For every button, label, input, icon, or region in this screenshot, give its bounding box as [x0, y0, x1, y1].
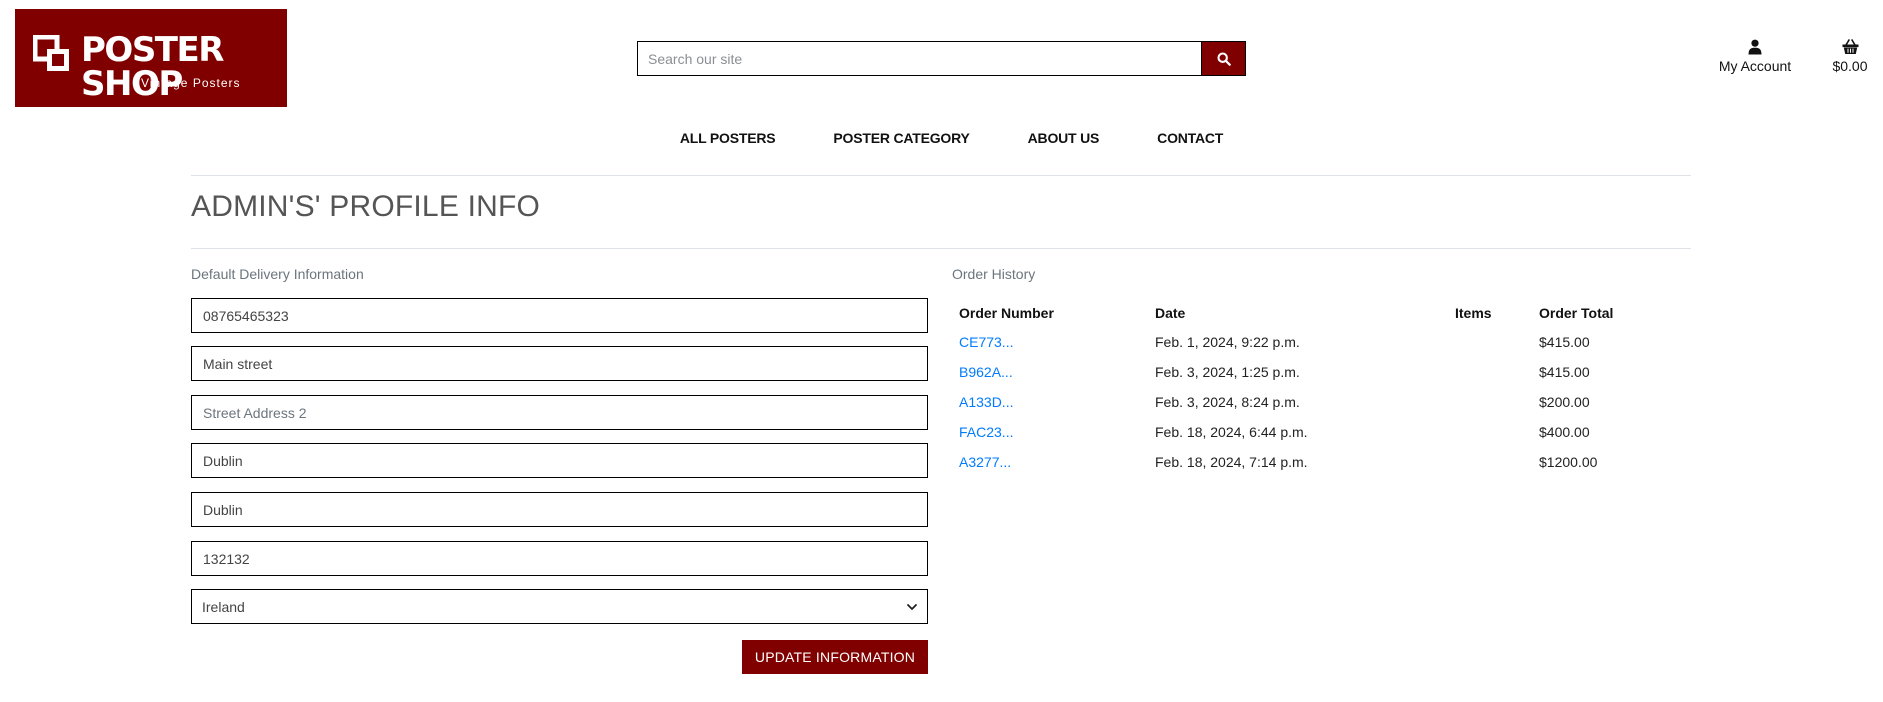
order-items	[1451, 447, 1535, 477]
order-total: $1200.00	[1539, 454, 1598, 470]
search-button[interactable]	[1201, 42, 1245, 75]
overlapping-squares-icon	[33, 35, 69, 71]
search-icon	[1216, 51, 1231, 66]
table-row: CE773... Feb. 1, 2024, 9:22 p.m. $415.00	[955, 327, 1675, 357]
basket-icon	[1842, 39, 1858, 54]
update-information-button[interactable]: UPDATE INFORMATION	[742, 640, 928, 674]
street-address-1-field[interactable]	[191, 346, 928, 381]
cart-total: $0.00	[1832, 58, 1868, 74]
column-header-order-total: Order Total	[1539, 305, 1614, 321]
order-date: Feb. 18, 2024, 7:14 p.m.	[1155, 454, 1308, 470]
logo-title: POSTER SHOP	[81, 30, 224, 104]
street-address-2-field[interactable]	[191, 395, 928, 430]
order-number-link[interactable]: A133D...	[959, 394, 1013, 410]
page-title: ADMIN'S' PROFILE INFO	[191, 190, 541, 223]
delivery-heading: Default Delivery Information	[191, 266, 364, 282]
town-field[interactable]	[191, 443, 928, 478]
order-date: Feb. 3, 2024, 1:25 p.m.	[1155, 364, 1300, 380]
order-history-table: Order Number Date Items Order Total CE77…	[955, 300, 1675, 477]
table-row: B962A... Feb. 3, 2024, 1:25 p.m. $415.00	[955, 357, 1675, 387]
nav-contact[interactable]: CONTACT	[1157, 130, 1223, 146]
country-selected-value: Ireland	[202, 598, 245, 615]
order-total: $200.00	[1539, 394, 1590, 410]
table-row: A133D... Feb. 3, 2024, 8:24 p.m. $200.00	[955, 387, 1675, 417]
county-field[interactable]	[191, 492, 928, 527]
my-account-link[interactable]: My Account	[1700, 38, 1810, 74]
column-header-items: Items	[1455, 305, 1492, 321]
table-header-row: Order Number Date Items Order Total	[955, 300, 1675, 327]
user-icon	[1748, 39, 1762, 55]
nav-all-posters[interactable]: ALL POSTERS	[680, 130, 776, 146]
divider	[191, 248, 1691, 249]
order-total: $415.00	[1539, 334, 1590, 350]
order-number-link[interactable]: CE773...	[959, 334, 1013, 350]
nav-poster-category[interactable]: POSTER CATEGORY	[833, 130, 969, 146]
divider	[191, 175, 1691, 176]
chevron-down-icon	[907, 603, 917, 610]
main-nav: ALL POSTERS POSTER CATEGORY ABOUT US CON…	[0, 130, 1883, 146]
order-history-heading: Order History	[952, 266, 1036, 282]
site-logo[interactable]: POSTER SHOP Vintage Posters	[15, 9, 287, 107]
logo-subtitle: Vintage Posters	[141, 76, 241, 90]
table-row: A3277... Feb. 18, 2024, 7:14 p.m. $1200.…	[955, 447, 1675, 477]
my-account-label: My Account	[1718, 58, 1792, 74]
country-select[interactable]: Ireland	[191, 589, 928, 624]
table-row: FAC23... Feb. 18, 2024, 6:44 p.m. $400.0…	[955, 417, 1675, 447]
phone-field[interactable]	[191, 298, 928, 333]
order-items	[1451, 327, 1535, 357]
order-date: Feb. 18, 2024, 6:44 p.m.	[1155, 424, 1308, 440]
order-items	[1451, 357, 1535, 387]
order-date: Feb. 1, 2024, 9:22 p.m.	[1155, 334, 1300, 350]
column-header-order-number: Order Number	[959, 305, 1054, 321]
order-items	[1451, 417, 1535, 447]
order-total: $400.00	[1539, 424, 1590, 440]
search-input[interactable]	[638, 42, 1201, 75]
order-total: $415.00	[1539, 364, 1590, 380]
order-date: Feb. 3, 2024, 8:24 p.m.	[1155, 394, 1300, 410]
postcode-field[interactable]	[191, 541, 928, 576]
search-form	[637, 41, 1246, 76]
order-number-link[interactable]: B962A...	[959, 364, 1013, 380]
column-header-date: Date	[1155, 305, 1186, 321]
nav-about-us[interactable]: ABOUT US	[1028, 130, 1100, 146]
order-items	[1451, 387, 1535, 417]
order-number-link[interactable]: FAC23...	[959, 424, 1013, 440]
order-number-link[interactable]: A3277...	[959, 454, 1011, 470]
cart-link[interactable]: $0.00	[1820, 38, 1880, 74]
